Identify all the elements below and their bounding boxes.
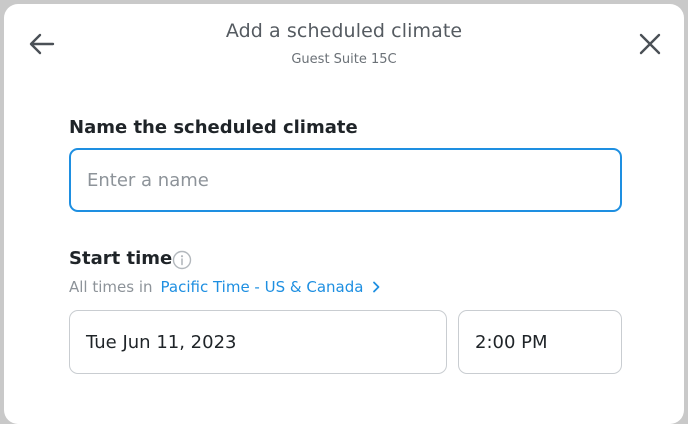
dialog-title: Add a scheduled climate (225, 20, 463, 42)
start-time-value: 2:00 PM (475, 331, 548, 353)
schedule-climate-dialog: Add a scheduled climate Guest Suite 15C … (4, 4, 684, 424)
close-button[interactable] (630, 24, 670, 64)
name-field-label: Name the scheduled climate (69, 117, 358, 138)
chevron-right-icon (373, 281, 380, 293)
timezone-link-label: Pacific Time - US & Canada (160, 278, 364, 296)
close-icon (639, 33, 661, 55)
start-date-value: Tue Jun 11, 2023 (86, 331, 237, 353)
start-date-field[interactable]: Tue Jun 11, 2023 (69, 310, 447, 374)
dialog-subtitle: Guest Suite 15C (291, 52, 397, 67)
climate-name-input[interactable] (69, 148, 622, 212)
start-time-label: Start time (69, 248, 173, 269)
timezone-row: All times in Pacific Time - US & Canada (69, 278, 381, 296)
start-time-field[interactable]: 2:00 PM (458, 310, 622, 374)
info-icon[interactable] (172, 250, 192, 270)
timezone-link[interactable]: Pacific Time - US & Canada (161, 278, 382, 296)
timezone-prefix: All times in (69, 278, 153, 296)
